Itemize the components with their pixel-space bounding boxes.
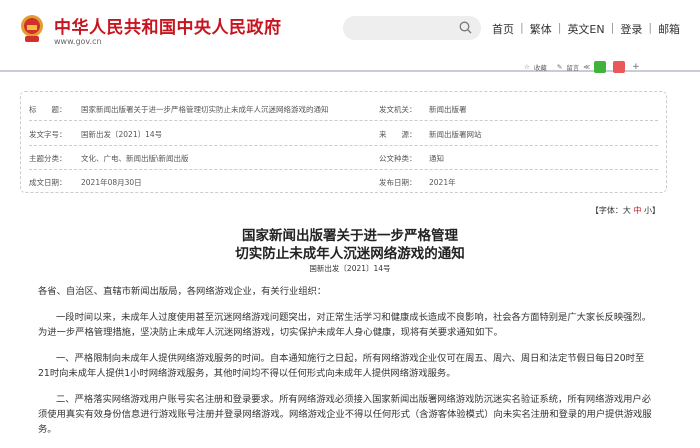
search-icon[interactable] — [459, 21, 472, 34]
info-row: 发文字号： 国新出发〔2021〕14号 来 源： 新闻出版署网站 — [29, 121, 658, 146]
info-label: 标 题： — [29, 105, 67, 114]
nav-english[interactable]: 英文EN — [567, 21, 604, 37]
nav-mail[interactable]: 邮箱 — [658, 21, 680, 37]
national-emblem-icon — [21, 15, 43, 42]
info-row: 标 题： 国家新闻出版署关于进一步严格管理切实防止未成年人沉迷网络游戏的通知 发文机… — [29, 96, 658, 121]
info-value: 新闻出版署网站 — [429, 130, 482, 139]
paragraph: 一段时间以来，未成年人过度使用甚至沉迷网络游戏问题突出，对正常生活学习和健康成长… — [38, 312, 652, 338]
salutation: 各省、自治区、直辖市新闻出版局，各网络游戏企业，有关行业组织： — [38, 286, 327, 297]
info-label: 来 源： — [379, 130, 417, 139]
top-nav: 首页 | 繁体 | 英文EN | 登录 | 邮箱 — [492, 21, 681, 37]
font-size-large[interactable]: 大 — [623, 206, 631, 215]
star-icon[interactable]: ☆ — [524, 63, 530, 71]
share-bar: ☆ 收藏 ✎ 留言 ≪ + — [524, 61, 640, 73]
info-value: 国新出发〔2021〕14号 — [81, 130, 163, 139]
document-number: 国新出发〔2021〕14号 — [309, 264, 391, 273]
font-size-selector: 【字体：大 中 小】 — [591, 205, 660, 216]
info-label: 发文字号： — [29, 130, 67, 139]
info-row: 主题分类： 文化、广电、新闻出版\新闻出版 公文种类： 通知 — [29, 145, 658, 170]
article-title-line2: 切实防止未成年人沉迷网络游戏的通知 — [235, 246, 465, 262]
paragraph: 一、严格限制向未成年人提供网络游戏服务的时间。自本通知施行之日起，所有网络游戏企… — [38, 353, 645, 379]
paragraph: 二、严格落实网络游戏用户账号实名注册和登录要求。所有网络游戏必须接入国家新闻出版… — [38, 394, 652, 435]
font-size-small[interactable]: 小 — [644, 206, 652, 215]
info-value: 2021年 — [429, 178, 456, 187]
more-share-button[interactable]: + — [632, 62, 640, 72]
site-url: www.gov.cn — [54, 37, 102, 46]
nav-traditional[interactable]: 繁体 — [530, 21, 552, 37]
font-size-label: 【字体： — [590, 206, 623, 215]
pencil-icon[interactable]: ✎ — [557, 63, 562, 71]
font-size-medium[interactable]: 中 — [633, 206, 641, 215]
info-label: 发文机关： — [379, 105, 417, 114]
favorite-link[interactable]: 收藏 — [534, 62, 547, 72]
info-label: 公文种类： — [379, 154, 417, 163]
info-value: 通知 — [429, 154, 444, 163]
weibo-icon[interactable] — [613, 61, 626, 73]
search-input[interactable] — [343, 16, 481, 40]
info-value: 文化、广电、新闻出版\新闻出版 — [81, 154, 189, 163]
info-value: 国家新闻出版署关于进一步严格管理切实防止未成年人沉迷网络游戏的通知 — [81, 105, 329, 114]
wechat-icon[interactable] — [594, 61, 607, 73]
info-value: 新闻出版署 — [429, 105, 467, 114]
document-info-table: 标 题： 国家新闻出版署关于进一步严格管理切实防止未成年人沉迷网络游戏的通知 发文机… — [20, 91, 667, 193]
info-label: 主题分类： — [29, 154, 67, 163]
info-label: 成文日期： — [29, 178, 67, 187]
comment-link[interactable]: 留言 — [566, 62, 579, 72]
font-size-bracket: 】 — [652, 206, 660, 215]
nav-login[interactable]: 登录 — [620, 21, 642, 37]
info-value: 2021年08月30日 — [81, 178, 142, 187]
share-icon[interactable]: ≪ — [583, 63, 590, 71]
info-row: 成文日期： 2021年08月30日 发布日期： 2021年 — [29, 169, 658, 194]
article-body: 各省、自治区、直辖市新闻出版局，各网络游戏企业，有关行业组织： 一段时间以来，未… — [38, 284, 652, 448]
info-label: 发布日期： — [379, 178, 417, 187]
nav-home[interactable]: 首页 — [492, 21, 514, 37]
site-title[interactable]: 中华人民共和国中央人民政府 — [54, 13, 282, 38]
article-title-line1: 国家新闻出版署关于进一步严格管理 — [242, 228, 458, 244]
